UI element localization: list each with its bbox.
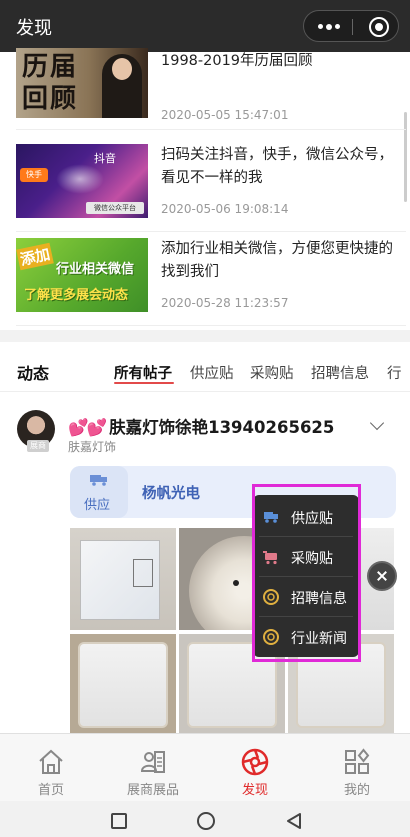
post-subtitle: 肤嘉灯饰 — [68, 440, 117, 454]
post-photo[interactable] — [70, 634, 176, 733]
tab-mine[interactable]: 我的 — [306, 734, 408, 802]
article-title: 扫码关注抖音，快手，微信公众号，看见不一样的我 — [161, 147, 393, 186]
article-title: 添加行业相关微信，方便您更快捷的找到我们 — [161, 241, 393, 280]
photo-content — [233, 580, 239, 586]
menu-item-label: 供应贴 — [291, 511, 333, 527]
close-menu-icon[interactable] — [367, 561, 397, 591]
page-title: 发现 — [16, 18, 52, 39]
tab-all-posts[interactable]: 所有帖子 — [114, 362, 172, 383]
tab-label: 展商展品 — [126, 783, 179, 798]
menu-item-purchase[interactable]: 采购贴 — [253, 537, 359, 577]
article-date: 2020-05-06 19:08:14 — [161, 202, 289, 216]
photo-content — [80, 540, 160, 620]
tab-discover[interactable]: 发现 — [204, 734, 306, 802]
tab-label: 发现 — [241, 783, 268, 798]
tab-home[interactable]: 首页 — [0, 734, 102, 802]
tab-recruitment[interactable]: 招聘信息 — [311, 362, 369, 383]
recent-apps-icon[interactable] — [111, 813, 127, 829]
wechat-logo: 微信公众平台 — [86, 202, 144, 214]
menu-item-label: 行业新闻 — [291, 631, 347, 647]
post-author[interactable]: 💕💕 肤嘉灯饰徐艳13940265625 — [68, 414, 334, 438]
tab-more[interactable]: 行 — [387, 362, 402, 383]
article-item[interactable]: 抖音 快手 微信公众平台 扫码关注抖音，快手，微信公众号，看见不一样的我 202… — [16, 142, 406, 232]
truck-icon — [90, 475, 107, 486]
tiktok-logo: 抖音 — [94, 152, 116, 165]
article-thumbnail: 历届 回顾 — [16, 48, 148, 118]
photo-content — [78, 642, 168, 728]
discover-icon — [241, 748, 269, 776]
back-icon[interactable] — [286, 812, 302, 830]
truck-icon — [264, 512, 278, 523]
mini-program-capsule — [303, 10, 399, 42]
post-photo[interactable] — [70, 528, 176, 630]
home-button-icon[interactable] — [197, 812, 215, 830]
exhibitor-badge: 展商 — [27, 440, 49, 452]
tab-label: 首页 — [37, 783, 64, 798]
article-thumbnail: 抖音 快手 微信公众平台 — [16, 144, 148, 218]
bottom-tab-bar: 首页 展商展品 发现 我的 — [0, 733, 410, 801]
article-item[interactable]: 添加 行业相关微信 了解更多展会动态 添加行业相关微信，方便您更快捷的找到我们 … — [16, 236, 406, 326]
home-icon — [39, 749, 63, 774]
post-author-name: 肤嘉灯饰徐艳13940265625 — [109, 418, 335, 437]
chevron-down-icon[interactable] — [369, 415, 385, 431]
close-mini-program-icon[interactable] — [369, 17, 389, 37]
title-bar: 发现 — [0, 0, 410, 52]
kuaishou-logo: 快手 — [20, 168, 48, 182]
aperture-icon — [263, 629, 279, 645]
more-icon[interactable] — [318, 23, 340, 30]
menu-item-label: 招聘信息 — [291, 591, 347, 607]
system-nav-bar — [0, 801, 410, 837]
capsule-divider — [352, 19, 353, 35]
company-name: 杨帆光电 — [142, 486, 200, 502]
menu-item-news[interactable]: 行业新闻 — [253, 617, 359, 657]
thumbnail-glow — [56, 164, 104, 194]
tab-supply[interactable]: 供应贴 — [190, 362, 234, 383]
cart-icon — [263, 551, 277, 565]
exhibitor-icon — [140, 751, 165, 773]
article-item[interactable]: 历届 回顾 1998-2019年历届回顾 2020-05-05 15:47:01 — [16, 48, 406, 130]
post-type-menu: 供应贴 采购贴 招聘信息 行业新闻 — [253, 495, 359, 657]
post-header: 展商 💕💕 肤嘉灯饰徐艳13940265625 肤嘉灯饰 — [0, 402, 410, 462]
article-date: 2020-05-05 15:47:01 — [161, 108, 289, 122]
heart-emoji: 💕💕 — [68, 418, 107, 437]
article-date: 2020-05-28 11:23:57 — [161, 296, 289, 310]
article-list: 历届 回顾 1998-2019年历届回顾 2020-05-05 15:47:01… — [0, 48, 410, 330]
active-tab-indicator — [114, 382, 174, 384]
supply-tag: 供应 — [70, 466, 128, 518]
grid-icon — [345, 748, 370, 774]
tab-exhibitors[interactable]: 展商展品 — [102, 734, 204, 802]
thumbnail-text: 添加 — [16, 242, 54, 271]
article-thumbnail: 添加 行业相关微信 了解更多展会动态 — [16, 238, 148, 312]
tab-purchase[interactable]: 采购贴 — [250, 362, 294, 383]
supply-label: 供应 — [84, 498, 111, 513]
thumbnail-text: 了解更多展会动态 — [24, 288, 129, 303]
feed-tabs: 动态 所有帖子 供应贴 采购贴 招聘信息 行 — [0, 342, 410, 392]
section-title: 动态 — [17, 364, 50, 383]
aperture-icon — [263, 589, 279, 605]
menu-item-supply[interactable]: 供应贴 — [253, 497, 359, 537]
thumbnail-text: 行业相关微信 — [56, 262, 135, 277]
article-title: 1998-2019年历届回顾 — [161, 53, 313, 69]
thumbnail-text: 回顾 — [22, 84, 79, 114]
person-face — [112, 58, 132, 80]
menu-item-recruitment[interactable]: 招聘信息 — [253, 577, 359, 617]
tab-label: 我的 — [343, 783, 370, 798]
menu-item-label: 采购贴 — [291, 551, 333, 567]
